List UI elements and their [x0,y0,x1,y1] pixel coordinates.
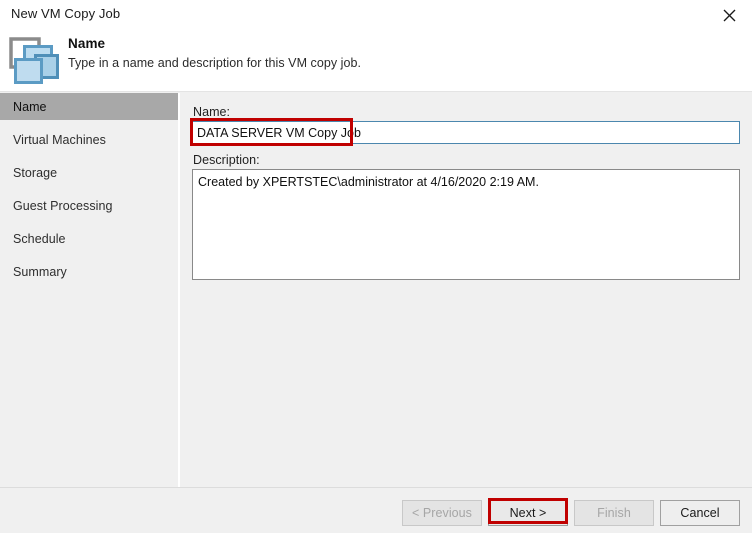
sidebar-item-label: Virtual Machines [13,132,106,147]
previous-button[interactable]: < Previous [402,500,482,526]
wizard-step-sidebar: Name Virtual Machines Storage Guest Proc… [0,93,178,487]
close-icon[interactable] [706,0,752,30]
finish-button[interactable]: Finish [574,500,654,526]
sidebar-item-label: Summary [13,264,67,279]
name-label: Name: [193,105,231,119]
vm-copy-job-icon [8,36,62,86]
sidebar-item-storage[interactable]: Storage [0,159,178,186]
header-title: Name [68,36,106,51]
sidebar-item-schedule[interactable]: Schedule [0,225,178,252]
sidebar-item-virtual-machines[interactable]: Virtual Machines [0,126,178,153]
next-button[interactable]: Next > [488,500,568,526]
sidebar-item-guest-processing[interactable]: Guest Processing [0,192,178,219]
description-textarea[interactable]: Created by XPERTSTEC\administrator at 4/… [192,169,740,280]
sidebar-item-label: Storage [13,165,58,180]
cancel-button[interactable]: Cancel [660,500,740,526]
name-input[interactable] [192,121,740,144]
title-bar: New VM Copy Job [0,0,752,30]
sidebar-item-label: Guest Processing [13,198,113,213]
new-vm-copy-job-dialog: New VM Copy Job Name Type in a name and … [0,0,752,533]
header-subtitle: Type in a name and description for this … [68,56,362,70]
sidebar-item-summary[interactable]: Summary [0,258,178,285]
dialog-header: Name Type in a name and description for … [0,30,752,92]
main-content-panel: Name: Description: Created by XPERTSTEC\… [180,93,752,487]
sidebar-item-label: Schedule [13,231,66,246]
description-label: Description: [193,153,260,167]
dialog-footer: < Previous Next > Finish Cancel [0,487,752,533]
sidebar-item-name[interactable]: Name [0,93,178,120]
sidebar-item-label: Name [13,99,47,114]
window-title: New VM Copy Job [11,6,121,21]
